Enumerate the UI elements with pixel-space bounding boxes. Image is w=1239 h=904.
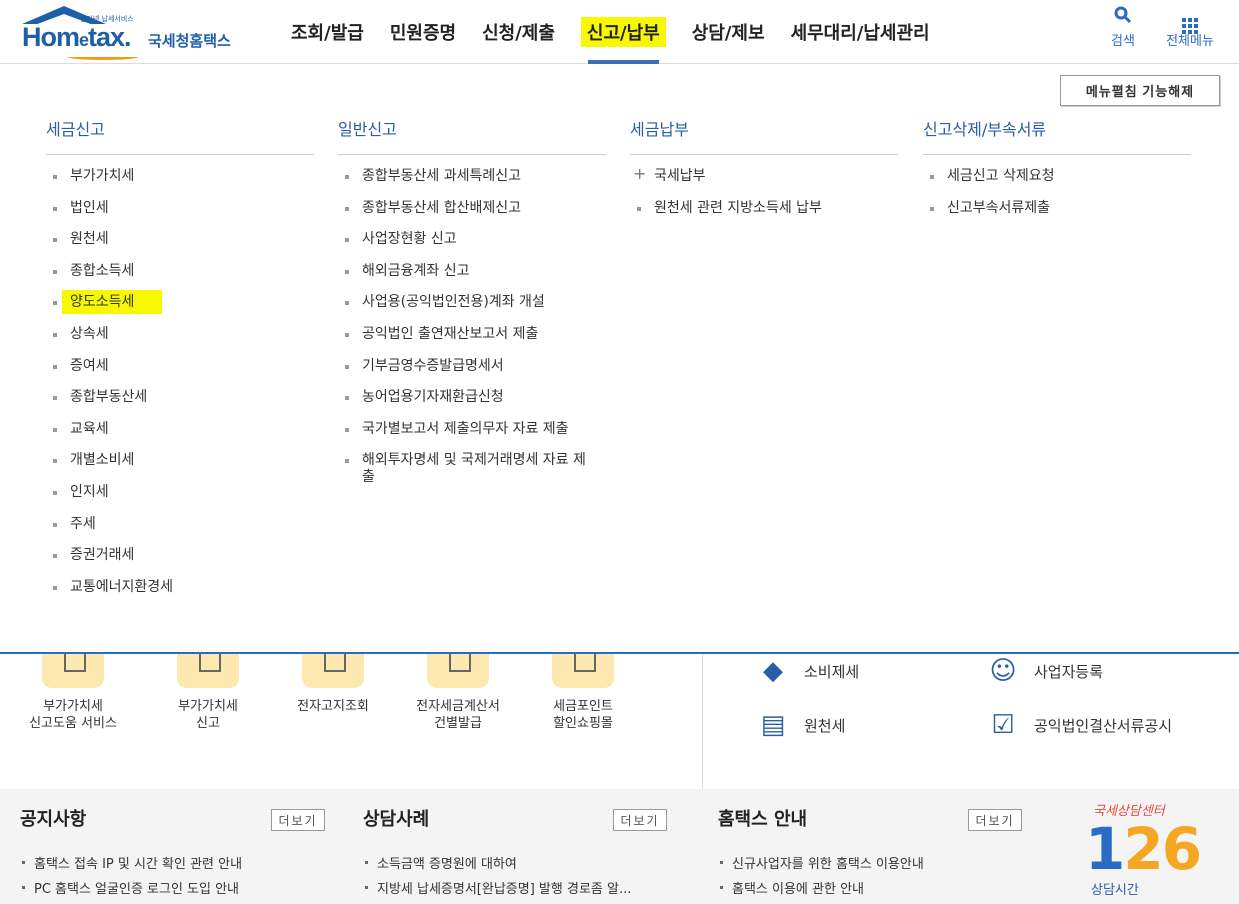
quick-services: 부가가치세 신고도움 서비스 부가가치세 신고 전자고지조회 전자세금계산서 건별발급… bbox=[0, 654, 700, 789]
column-title: 일반신고 bbox=[338, 116, 606, 155]
column-title: 세금신고 bbox=[46, 116, 314, 155]
list-item[interactable]: 홈택스 이용에 관한 안내 bbox=[718, 878, 924, 903]
quick-e-invoice[interactable]: 전자세금계산서 건별발급 bbox=[395, 654, 521, 732]
receipt-icon: ▤ bbox=[760, 710, 786, 740]
menu-item-securities-tax[interactable]: 증권거래세 bbox=[46, 544, 314, 576]
logo-wordmark: Hometax. bbox=[22, 22, 132, 52]
menu-item-liquor-tax[interactable]: 주세 bbox=[46, 513, 314, 545]
menu-item-gift-tax[interactable]: 증여세 bbox=[46, 355, 314, 387]
column-title: 신고삭제/부속서류 bbox=[923, 116, 1191, 155]
call-center-banner[interactable]: 국세상담센터 126 상담시간 bbox=[1085, 800, 1225, 904]
quick-tax-point-mall[interactable]: 세금포인트 할인쇼핑몰 bbox=[520, 654, 646, 732]
edit-document-icon bbox=[177, 654, 239, 688]
list-item[interactable]: 홈택스 접속 IP 및 시간 확인 관련 안내 bbox=[20, 853, 242, 878]
search-button[interactable]: 검색 bbox=[1088, 6, 1158, 49]
gnb-report-payment[interactable]: 신고/납부 bbox=[568, 0, 679, 64]
board-title: 홈택스 안내 bbox=[718, 809, 808, 830]
right-quick-links: ◆ 소비제세 ☺ 사업자등록 ▤ 원천세 ☑ 공익법인결산서류공시 bbox=[750, 654, 1230, 789]
menu-item-general-4[interactable]: 사업용(공익법인전용)계좌 개설 bbox=[338, 291, 606, 323]
menu-item-general-0[interactable]: 종합부동산세 과세특례신고 bbox=[338, 165, 606, 197]
global-nav: 조회/발급 민원증명 신청/제출 신고/납부 상담/제보 세무대리/납세관리 bbox=[278, 0, 943, 64]
board-title: 공지사항 bbox=[20, 809, 87, 830]
list-item[interactable]: PC 홈택스 얼굴인증 로그인 도입 안내 bbox=[20, 878, 242, 903]
gnb-inquiry[interactable]: 조회/발급 bbox=[278, 0, 377, 64]
menu-item-general-6[interactable]: 기부금영수증발급명세서 bbox=[338, 355, 606, 387]
logo-swoosh bbox=[68, 54, 138, 60]
hometax-logo[interactable]: 인터넷 납세서비스 Hometax. 국세청홈택스 bbox=[18, 4, 258, 60]
menu-item-capital-gains-tax[interactable]: 양도소득세 bbox=[46, 290, 314, 323]
menu-item-general-3[interactable]: 해외금융계좌 신고 bbox=[338, 260, 606, 292]
menu-item-corporate-tax[interactable]: 법인세 bbox=[46, 197, 314, 229]
logo-korean: 국세청홈택스 bbox=[148, 32, 231, 50]
board-title: 상담사례 bbox=[363, 809, 430, 830]
menu-item-local-income-tax-payment[interactable]: 원천세 관련 지방소득세 납부 bbox=[630, 197, 898, 229]
list-item[interactable]: 지방세 납세증명서[완납증명] 발행 경로좀 알... bbox=[363, 878, 631, 903]
clipboard-check-icon: ☑ bbox=[991, 710, 1015, 740]
consult-more-button[interactable]: 더보기 bbox=[613, 809, 667, 831]
menu-item-general-8[interactable]: 국가별보고서 제출의무자 자료 제출 bbox=[338, 418, 606, 450]
menu-item-delete-request[interactable]: 세금신고 삭제요청 bbox=[923, 165, 1191, 197]
menu-item-general-5[interactable]: 공익법인 출연재산보고서 제출 bbox=[338, 323, 606, 355]
link-withholding-tax[interactable]: ▤ 원천세 bbox=[758, 710, 846, 740]
menu-item-vat[interactable]: 부가가치세 bbox=[46, 165, 314, 197]
link-business-registration[interactable]: ☺ 사업자등록 bbox=[988, 656, 1103, 686]
gnb-consult[interactable]: 상담/제보 bbox=[679, 0, 778, 64]
menu-column-tax-report: 세금신고 부가가치세 법인세 원천세 종합소득세 양도소득세 상속세 증여세 종… bbox=[46, 116, 314, 607]
menu-expand-toggle-button[interactable]: 메뉴펼침 기능해제 bbox=[1060, 75, 1220, 106]
search-icon bbox=[1088, 6, 1158, 26]
board-section: 공지사항 홈택스 접속 IP 및 시간 확인 관련 안내 PC 홈택스 얼굴인증… bbox=[0, 789, 1239, 904]
menu-item-excise-tax[interactable]: 개별소비세 bbox=[46, 449, 314, 481]
guide-more-button[interactable]: 더보기 bbox=[968, 809, 1022, 831]
divider bbox=[702, 654, 703, 789]
menu-item-inheritance-tax[interactable]: 상속세 bbox=[46, 323, 314, 355]
diamond-icon: ◆ bbox=[763, 656, 783, 686]
menu-item-national-tax-payment[interactable]: 국세납부 bbox=[630, 165, 898, 197]
quick-e-notice[interactable]: 전자고지조회 bbox=[270, 654, 396, 715]
all-menu-button[interactable]: 전체메뉴 bbox=[1155, 6, 1225, 49]
person-icon: ☺ bbox=[989, 656, 1017, 686]
gnb-tax-agent[interactable]: 세무대리/납세관리 bbox=[778, 0, 943, 64]
menu-column-general-report: 일반신고 종합부동산세 과세특례신고 종합부동산세 합산배제신고 사업장현황 신… bbox=[338, 116, 606, 486]
grid-menu-icon bbox=[1155, 6, 1225, 34]
menu-item-comprehensive-property-tax[interactable]: 종합부동산세 bbox=[46, 386, 314, 418]
menu-item-general-7[interactable]: 농어업용기자재환급신청 bbox=[338, 386, 606, 418]
call-center-number: 126 bbox=[1085, 815, 1202, 883]
link-public-interest-disclosure[interactable]: ☑ 공익법인결산서류공시 bbox=[988, 710, 1172, 740]
menu-item-general-9[interactable]: 해외투자명세 및 국제거래명세 자료 제출 bbox=[338, 449, 606, 486]
column-title: 세금납부 bbox=[630, 116, 898, 155]
board-consult-cases: 상담사례 소득금액 증명원에 대하여 지방세 납세증명서[완납증명] 발행 경로… bbox=[363, 805, 631, 903]
document-icon bbox=[42, 654, 104, 688]
header: 인터넷 납세서비스 Hometax. 국세청홈택스 조회/발급 민원증명 신청/… bbox=[0, 0, 1239, 64]
menu-item-stamp-tax[interactable]: 인지세 bbox=[46, 481, 314, 513]
mega-menu: 메뉴펼침 기능해제 세금신고 부가가치세 법인세 원천세 종합소득세 양도소득세… bbox=[0, 64, 1239, 654]
menu-item-general-1[interactable]: 종합부동산세 합산배제신고 bbox=[338, 197, 606, 229]
board-notice: 공지사항 홈택스 접속 IP 및 시간 확인 관련 안내 PC 홈택스 얼굴인증… bbox=[20, 805, 242, 903]
tax-receipt-icon bbox=[552, 654, 614, 688]
quick-vat-report[interactable]: 부가가치세 신고 bbox=[145, 654, 271, 732]
gnb-civil-certificate[interactable]: 민원증명 bbox=[377, 0, 469, 64]
menu-item-general-2[interactable]: 사업장현황 신고 bbox=[338, 228, 606, 260]
menu-item-energy-tax[interactable]: 교통에너지환경세 bbox=[46, 576, 314, 608]
link-consumption-tax[interactable]: ◆ 소비제세 bbox=[758, 656, 859, 686]
list-item[interactable]: 소득금액 증명원에 대하여 bbox=[363, 853, 631, 878]
notice-more-button[interactable]: 더보기 bbox=[271, 809, 325, 831]
menu-column-tax-payment: 세금납부 국세납부 원천세 관련 지방소득세 납부 bbox=[630, 116, 898, 228]
menu-item-income-tax[interactable]: 종합소득세 bbox=[46, 260, 314, 292]
invoice-icon bbox=[427, 654, 489, 688]
quick-vat-help[interactable]: 부가가치세 신고도움 서비스 bbox=[10, 654, 136, 732]
menu-column-delete-attachments: 신고삭제/부속서류 세금신고 삭제요청 신고부속서류제출 bbox=[923, 116, 1191, 228]
list-item[interactable]: 신규사업자를 위한 홈택스 이용안내 bbox=[718, 853, 924, 878]
menu-item-withholding-tax[interactable]: 원천세 bbox=[46, 228, 314, 260]
envelope-icon bbox=[302, 654, 364, 688]
gnb-application[interactable]: 신청/제출 bbox=[469, 0, 568, 64]
menu-item-attachment-submit[interactable]: 신고부속서류제출 bbox=[923, 197, 1191, 229]
board-hometax-guide: 홈택스 안내 신규사업자를 위한 홈택스 이용안내 홈택스 이용에 관한 안내 bbox=[718, 805, 924, 903]
menu-item-education-tax[interactable]: 교육세 bbox=[46, 418, 314, 450]
